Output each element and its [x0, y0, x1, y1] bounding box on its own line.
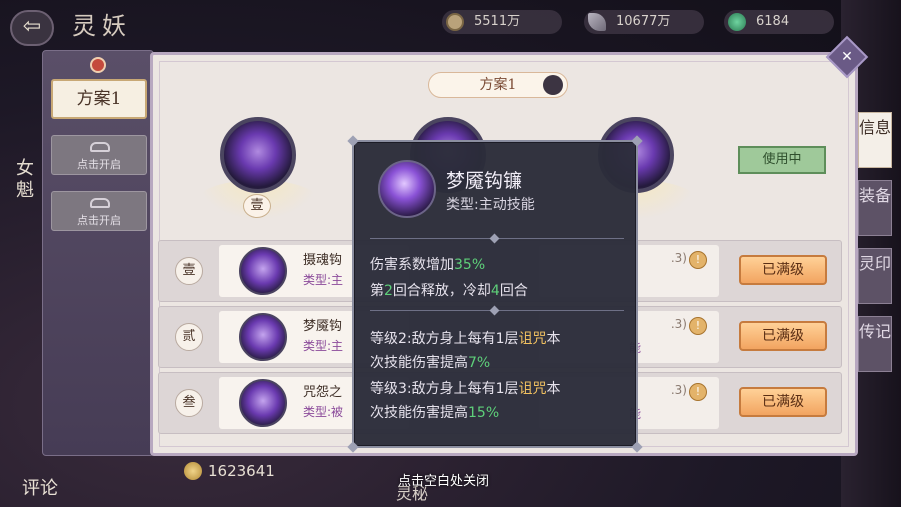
skill-icon[interactable] — [239, 247, 287, 295]
feather-icon — [588, 13, 606, 31]
crossed-icon: ✕ — [841, 49, 853, 65]
skill-name: 咒怨之 — [303, 385, 343, 400]
in-use-badge: 使用中 — [738, 146, 826, 174]
skill-type: 类型:被 — [303, 405, 344, 419]
skill-tooltip: 梦魇钩镰 类型:主动技能 伤害系数增加35% 第2回合释放，冷却4回合 等级2:… — [347, 135, 643, 453]
tab-equipment[interactable]: 装备 — [858, 180, 892, 236]
lock-icon — [90, 198, 110, 208]
page-title: 灵妖 — [72, 12, 132, 40]
gold-coin-icon — [184, 462, 202, 480]
scheme-slot-locked-2[interactable]: 点击开启 — [51, 135, 147, 175]
tooltip-level2-line2: 次技能伤害提高7% — [370, 355, 491, 371]
row-number: 叁 — [175, 389, 203, 417]
scheme-slot-label: 点击开启 — [77, 214, 121, 227]
jade-icon — [728, 13, 746, 31]
skill-level-hint: .3) — [670, 317, 687, 331]
skill-level-hint: .3) — [670, 251, 687, 265]
tab-biography[interactable]: 传记 — [858, 316, 892, 372]
edit-icon[interactable] — [543, 75, 563, 95]
tooltip-line-cooldown: 第2回合释放，冷却4回合 — [370, 283, 528, 299]
row-number: 壹 — [175, 257, 203, 285]
resource-coin-value: 5511万 — [474, 14, 521, 29]
resource-feather-value: 10677万 — [616, 14, 671, 29]
tab-spirit-seal[interactable]: 灵印 — [858, 248, 892, 304]
skill-level-hint: .3) — [670, 383, 687, 397]
resource-feather: 10677万 — [584, 10, 704, 34]
resource-jade: 6184 — [724, 10, 834, 34]
gold-amount: 1623641 — [208, 462, 275, 480]
scheme-slot-label: 点击开启 — [77, 158, 121, 171]
max-level-button[interactable]: 已满级 — [739, 321, 827, 351]
tooltip-level3-line2: 次技能伤害提高15% — [370, 405, 500, 421]
alert-icon[interactable]: ! — [689, 251, 707, 269]
scheme-name-label: 方案1 — [479, 77, 517, 93]
close-hint[interactable]: 点击空白处关闭 — [398, 470, 489, 489]
max-level-button[interactable]: 已满级 — [739, 255, 827, 285]
background-character-label: 女魁 — [16, 158, 34, 201]
scheme-name-banner[interactable]: 方案1 — [428, 72, 568, 98]
alert-icon[interactable]: ! — [689, 317, 707, 335]
coin-icon — [446, 13, 464, 31]
tooltip-divider — [370, 305, 624, 316]
lock-icon — [90, 142, 110, 152]
tooltip-level2-line1: 等级2:敌方身上每有1层诅咒本 — [370, 331, 561, 347]
pin-icon — [90, 57, 106, 73]
skill-name: 梦魇钩 — [303, 319, 343, 334]
skill-icon[interactable] — [239, 379, 287, 427]
back-arrow-icon: ⇦ — [22, 14, 42, 39]
skill-type: 类型:主 — [303, 273, 344, 287]
scheme-slot-locked-3[interactable]: 点击开启 — [51, 191, 147, 231]
scheme-sidebar: 方案1 点击开启 点击开启 — [42, 50, 154, 456]
tooltip-skill-name: 梦魇钩镰 — [446, 170, 523, 192]
alert-icon[interactable]: ! — [689, 383, 707, 401]
skill-slot-orb-1[interactable] — [220, 117, 296, 193]
tooltip-line-damage: 伤害系数增加35% — [370, 257, 486, 273]
skill-icon[interactable] — [239, 313, 287, 361]
resource-coin: 5511万 — [442, 10, 562, 34]
comments-button[interactable]: 评论 — [22, 474, 58, 500]
resource-jade-value: 6184 — [756, 14, 790, 29]
row-number: 贰 — [175, 323, 203, 351]
tooltip-level3-line1: 等级3:敌方身上每有1层诅咒本 — [370, 381, 561, 397]
tooltip-skill-icon — [378, 160, 436, 218]
tab-info[interactable]: 信息 — [858, 112, 892, 168]
skill-type: 类型:主 — [303, 339, 344, 353]
slot-number-1: 壹 — [243, 194, 271, 218]
back-button[interactable]: ⇦ — [10, 10, 54, 46]
tooltip-skill-type: 类型:主动技能 — [446, 197, 535, 213]
max-level-button[interactable]: 已满级 — [739, 387, 827, 417]
skill-name: 摄魂钩 — [303, 253, 343, 268]
tooltip-divider — [370, 233, 624, 244]
scheme-tab-1[interactable]: 方案1 — [51, 79, 147, 119]
